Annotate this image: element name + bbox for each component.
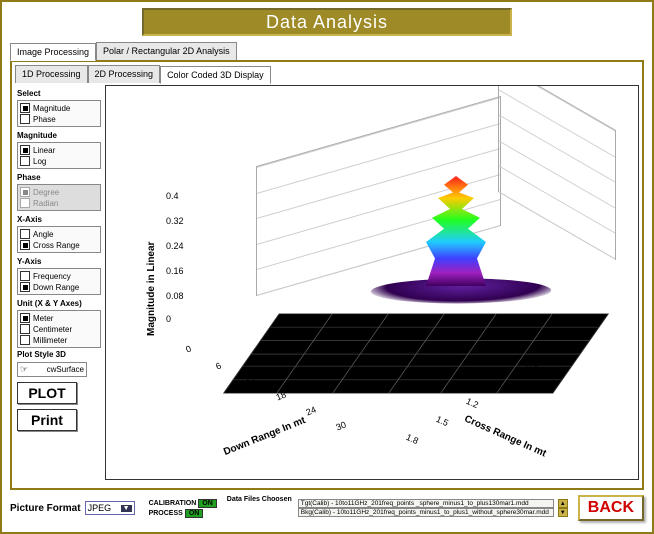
- chk-downrange[interactable]: [20, 282, 30, 292]
- magnitude-label: Magnitude: [17, 131, 101, 140]
- scroll-up-icon[interactable]: ▲: [558, 499, 568, 508]
- title-bar: Data Analysis: [142, 8, 512, 36]
- back-button[interactable]: BACK: [578, 495, 644, 521]
- picture-format-label: Picture Format: [10, 503, 81, 514]
- tab-3d[interactable]: Color Coded 3D Display: [160, 66, 271, 84]
- select-group: Magnitude Phase: [17, 100, 101, 127]
- options-sidebar: Select Magnitude Phase Magnitude Linear …: [15, 85, 103, 480]
- process-label: PROCESS: [149, 510, 183, 517]
- chk-frequency[interactable]: [20, 271, 30, 281]
- file-row[interactable]: Bkg(Calib) - 10to11GHz_201freq_points_mi…: [298, 508, 554, 517]
- app-title: Data Analysis: [266, 12, 388, 33]
- calibration-label: CALIBRATION: [149, 500, 197, 507]
- chk-meter[interactable]: [20, 313, 30, 323]
- chk-angle[interactable]: [20, 229, 30, 239]
- chk-magnitude[interactable]: [20, 103, 30, 113]
- plot-floor: [223, 314, 609, 394]
- xaxis-group: Angle Cross Range: [17, 226, 101, 253]
- main-tab-strip: Image Processing Polar / Rectangular 2D …: [10, 42, 644, 60]
- xaxis-label: X-Axis: [17, 215, 101, 224]
- chevron-down-icon: ▼: [121, 505, 132, 512]
- data-files-label: Data Files Choosen: [227, 496, 292, 503]
- calibration-toggle[interactable]: ON: [198, 499, 217, 508]
- chk-linear[interactable]: [20, 145, 30, 155]
- z-axis-label: Magnitude in Linear: [146, 242, 157, 336]
- chk-crossrange[interactable]: [20, 240, 30, 250]
- y-axis-label: Cross Range In mt: [463, 414, 548, 460]
- file-row[interactable]: Tgt(Calib) - 10to11GHz_201freq_points _s…: [298, 499, 554, 508]
- hand-icon: ☞: [20, 364, 28, 375]
- magnitude-group: Linear Log: [17, 142, 101, 169]
- yaxis-label: Y-Axis: [17, 257, 101, 266]
- chk-millimeter[interactable]: [20, 335, 30, 345]
- footer-bar: Picture Format JPEG ▼ CALIBRATION ON PRO…: [10, 494, 644, 522]
- status-column: CALIBRATION ON PROCESS ON: [149, 499, 217, 518]
- file-scrollbar[interactable]: ▲ ▼: [558, 499, 568, 517]
- tab-2d[interactable]: 2D Processing: [88, 65, 161, 83]
- phase-label: Phase: [17, 173, 101, 182]
- tab-1d[interactable]: 1D Processing: [15, 65, 88, 83]
- sub-tab-strip: 1D Processing 2D Processing Color Coded …: [15, 65, 639, 83]
- yaxis-group: Frequency Down Range: [17, 268, 101, 295]
- plot-style-label: Plot Style 3D: [17, 350, 101, 359]
- main-panel: 1D Processing 2D Processing Color Coded …: [10, 60, 644, 490]
- file-list: Tgt(Calib) - 10to11GHz_201freq_points _s…: [298, 499, 554, 517]
- chk-radian: [20, 198, 30, 208]
- process-toggle[interactable]: ON: [185, 509, 204, 518]
- chk-degree: [20, 187, 30, 197]
- unit-group: Meter Centimeter Millimeter: [17, 310, 101, 348]
- x-axis-label: Down Range In mt: [222, 415, 307, 458]
- chk-phase[interactable]: [20, 114, 30, 124]
- plot-3d: Magnitude in Linear Down Range In mt Cro…: [105, 85, 639, 480]
- select-label: Select: [17, 89, 101, 98]
- picture-format-select[interactable]: JPEG ▼: [85, 501, 135, 515]
- tab-image-processing[interactable]: Image Processing: [10, 43, 96, 61]
- unit-label: Unit (X & Y Axes): [17, 299, 101, 308]
- chk-centimeter[interactable]: [20, 324, 30, 334]
- plot-button[interactable]: PLOT: [17, 382, 77, 404]
- side-wall: [498, 85, 616, 260]
- tab-polar-rect[interactable]: Polar / Rectangular 2D Analysis: [96, 42, 237, 60]
- phase-group: Degree Radian: [17, 184, 101, 211]
- scroll-down-icon[interactable]: ▼: [558, 508, 568, 517]
- chk-log[interactable]: [20, 156, 30, 166]
- print-button[interactable]: Print: [17, 409, 77, 431]
- plot-style-dropdown[interactable]: ☞ cwSurface: [17, 362, 87, 377]
